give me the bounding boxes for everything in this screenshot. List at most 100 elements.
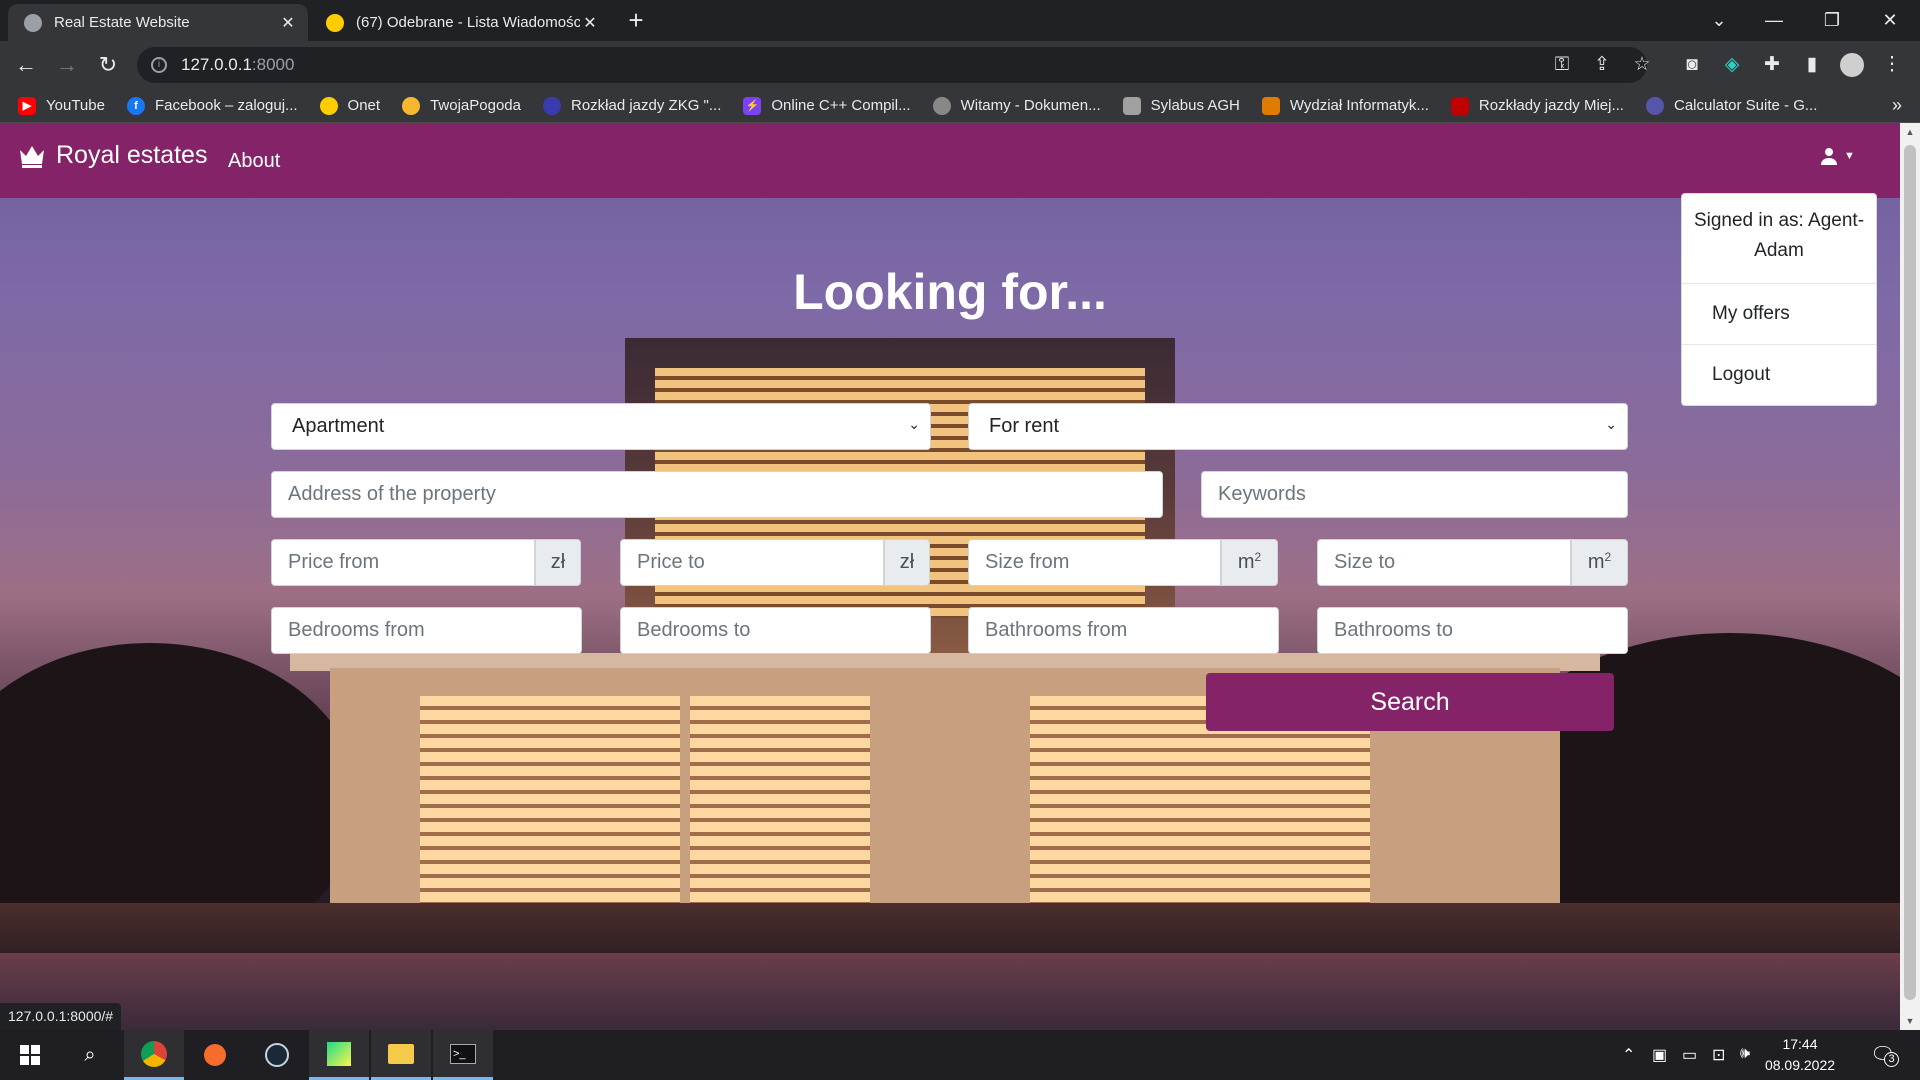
search-button[interactable]: Search <box>1206 673 1614 731</box>
bookmark-calculator[interactable]: Calculator Suite - G... <box>1645 96 1817 115</box>
logout-link[interactable]: Logout <box>1682 344 1876 404</box>
close-icon[interactable]: ✕ <box>278 13 298 33</box>
agh-icon <box>1122 96 1141 115</box>
info-icon[interactable]: i <box>151 57 167 73</box>
key-icon[interactable]: ⚿ <box>1550 53 1574 77</box>
forward-button[interactable]: → <box>53 51 81 79</box>
offer-type-select[interactable]: For rent ⌄ <box>968 403 1628 450</box>
pycharm-app[interactable] <box>309 1030 369 1080</box>
bookmark-youtube[interactable]: ▶ YouTube <box>18 96 105 115</box>
facebook-icon: f <box>126 96 145 115</box>
address-bar[interactable]: i 127.0.0.1:8000 <box>137 47 1647 83</box>
profile-avatar[interactable] <box>1840 53 1864 77</box>
scroll-down-icon[interactable]: ▼ <box>1900 1016 1920 1026</box>
bookmark-zkg[interactable]: Rozkład jazdy ZKG "... <box>542 96 721 115</box>
new-tab-button[interactable]: + <box>622 6 650 34</box>
bookmark-wi[interactable]: Wydział Informatyk... <box>1261 96 1429 115</box>
bookmark-facebook[interactable]: f Facebook – zaloguj... <box>126 96 298 115</box>
chrome-app[interactable] <box>124 1030 184 1080</box>
youtube-icon: ▶ <box>18 96 36 115</box>
origin-icon <box>204 1044 226 1066</box>
browser-toolbar: ← → ↻ i 127.0.0.1:8000 ⚿ ⇪ ☆ ◙ ◈ ✚ ▮ ⋮ <box>0 41 1920 89</box>
page-scrollbar[interactable]: ▲ ▼ <box>1900 123 1920 1030</box>
bathrooms-to-input[interactable]: Bathrooms to <box>1317 607 1628 654</box>
bookmarks-overflow-icon[interactable]: » <box>1892 95 1902 116</box>
tab-search-icon[interactable]: ⌄ <box>1690 0 1748 40</box>
brand-name: Royal estates <box>56 141 208 169</box>
network-icon[interactable]: ⊡ <box>1712 1045 1725 1065</box>
bedrooms-from-input[interactable]: Bedrooms from <box>271 607 582 654</box>
terminal-app[interactable]: >_ <box>433 1030 493 1080</box>
bookmark-sylabus[interactable]: Sylabus AGH <box>1122 96 1240 115</box>
my-offers-link[interactable]: My offers <box>1682 284 1876 344</box>
tray-chevron-icon[interactable]: ⌃ <box>1622 1045 1635 1065</box>
back-button[interactable]: ← <box>12 51 40 79</box>
puzzle-icon[interactable]: ✚ <box>1760 53 1784 77</box>
tab-real-estate[interactable]: Real Estate Website ✕ <box>8 4 308 41</box>
scrollbar-thumb[interactable] <box>1904 145 1916 1000</box>
price-from-input[interactable]: Price from <box>271 539 535 586</box>
system-clock[interactable]: 17:44 08.09.2022 <box>1750 1034 1850 1076</box>
bookmark-onet[interactable]: Onet <box>319 96 380 115</box>
property-type-select[interactable]: Apartment ⌄ <box>271 403 931 450</box>
folder-icon <box>388 1043 414 1064</box>
extension-logo-icon[interactable]: ◈ <box>1720 53 1744 77</box>
brand-link[interactable]: Royal estates <box>18 141 207 170</box>
restore-button[interactable]: ❐ <box>1803 0 1861 40</box>
calc-icon <box>1645 96 1664 115</box>
chrome-icon <box>141 1040 167 1067</box>
close-window-button[interactable]: ✕ <box>1861 0 1919 40</box>
address-input[interactable]: Address of the property <box>271 471 1163 518</box>
tray-app-icon[interactable]: ▣ <box>1652 1045 1667 1065</box>
clock-date: 08.09.2022 <box>1764 1057 1836 1073</box>
bookmarks-bar: ▶ YouTube f Facebook – zaloguj... Onet Two… <box>0 89 1920 123</box>
menu-icon[interactable]: ⋮ <box>1880 53 1904 77</box>
size-unit-addon: m2 <box>1571 539 1628 586</box>
notification-count: 3 <box>1884 1052 1899 1067</box>
globe-icon <box>24 13 42 32</box>
deck <box>0 903 1900 958</box>
bedrooms-to-input[interactable]: Bedrooms to <box>620 607 931 654</box>
pycharm-icon <box>327 1041 351 1066</box>
nav-about[interactable]: About <box>228 150 280 173</box>
size-from-input[interactable]: Size from <box>968 539 1221 586</box>
battery-icon[interactable]: ▭ <box>1682 1045 1697 1065</box>
start-button[interactable] <box>0 1030 60 1080</box>
onet-icon <box>319 96 338 115</box>
mail-icon <box>326 13 344 32</box>
sidepanel-icon[interactable]: ▮ <box>1800 53 1824 77</box>
size-to-input[interactable]: Size to <box>1317 539 1571 586</box>
minimize-button[interactable]: — <box>1745 0 1803 40</box>
notifications-icon[interactable]: 🗨 3 <box>1870 1042 1899 1067</box>
camera-icon[interactable]: ◙ <box>1680 53 1704 77</box>
terminal-icon: >_ <box>450 1043 476 1064</box>
volume-icon[interactable]: 🕪 <box>1740 1045 1750 1063</box>
crown-icon <box>20 145 44 168</box>
wi-icon <box>1261 96 1280 115</box>
close-icon[interactable]: ✕ <box>580 13 600 33</box>
search-icon: ⌕ <box>84 1043 96 1066</box>
reload-button[interactable]: ↻ <box>94 51 122 79</box>
user-menu-toggle[interactable]: ▼ <box>1820 147 1855 165</box>
windows-taskbar: ⌕ >_ ⌃ ▣ ▭ ⊡ 🕪 17:44 08.09.2022 🗨 3 <box>0 1030 1920 1080</box>
price-to-input[interactable]: Price to <box>620 539 884 586</box>
chevron-down-icon: ⌄ <box>908 416 920 432</box>
tab-mail[interactable]: (67) Odebrane - Lista Wiadomości ✕ <box>310 4 610 41</box>
bookmark-twojapogoda[interactable]: TwojaPogoda <box>402 96 521 115</box>
search-button[interactable]: ⌕ <box>60 1030 120 1080</box>
windows-icon <box>20 1045 40 1065</box>
steam-app[interactable] <box>247 1030 307 1080</box>
origin-app[interactable] <box>185 1030 245 1080</box>
size-unit-addon: m2 <box>1221 539 1278 586</box>
bookmark-witamy[interactable]: Witamy - Dokumen... <box>932 96 1101 115</box>
share-icon[interactable]: ⇪ <box>1590 53 1614 77</box>
file-explorer-app[interactable] <box>371 1030 431 1080</box>
star-icon[interactable]: ☆ <box>1630 53 1654 77</box>
bookmark-mpk[interactable]: Rozkłady jazdy Miej... <box>1450 96 1624 115</box>
bathrooms-from-input[interactable]: Bathrooms from <box>968 607 1279 654</box>
chevron-down-icon: ⌄ <box>1605 416 1617 432</box>
scroll-up-icon[interactable]: ▲ <box>1900 127 1920 137</box>
page-viewport: Royal estates About ▼ Signed in as: Agen… <box>0 123 1900 1030</box>
bookmark-cpp[interactable]: ⚡ Online C++ Compil... <box>743 96 911 115</box>
keywords-input[interactable]: Keywords <box>1201 471 1628 518</box>
